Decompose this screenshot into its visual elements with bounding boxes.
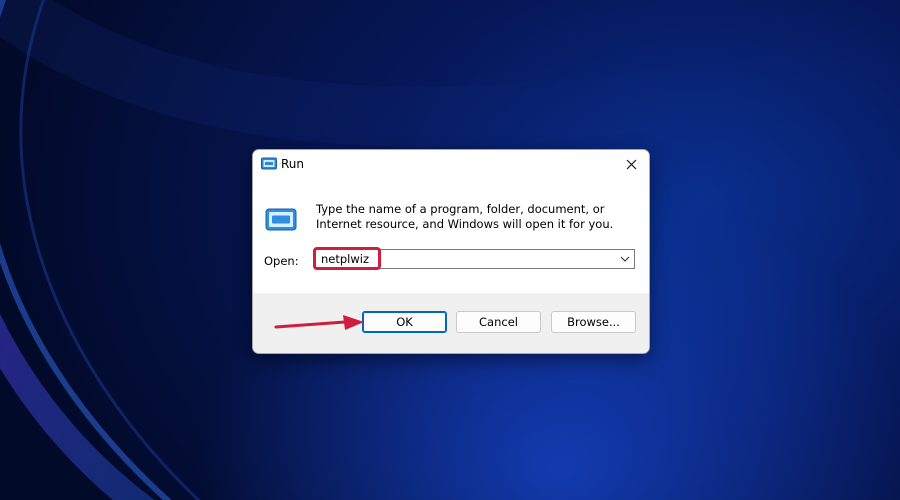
title-bar[interactable]: Run [253,150,649,180]
open-combobox[interactable] [315,249,635,269]
open-label: Open: [264,254,299,268]
dialog-description: Type the name of a program, folder, docu… [316,202,614,231]
browse-button[interactable]: Browse... [551,311,636,333]
run-icon [261,157,277,170]
run-icon [265,208,297,231]
chevron-down-icon[interactable] [618,253,632,265]
dialog-title: Run [281,157,305,171]
cancel-button[interactable]: Cancel [456,311,541,333]
dialog-body: Type the name of a program, folder, docu… [253,180,649,293]
close-icon [626,159,636,169]
pointer-arrow [274,315,364,330]
close-button[interactable] [613,150,649,178]
ok-button[interactable]: OK [362,311,447,333]
open-input[interactable] [321,251,611,267]
